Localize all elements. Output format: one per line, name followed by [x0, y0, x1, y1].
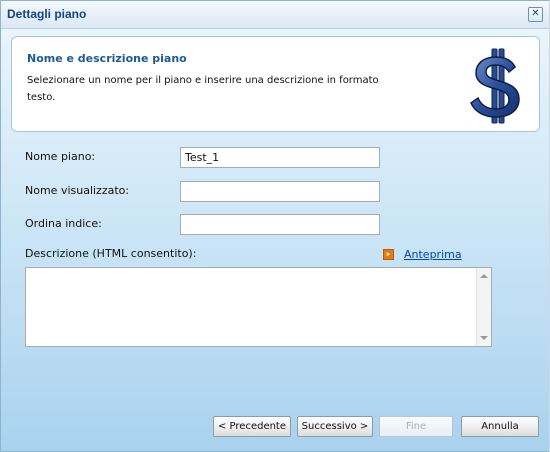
display-name-input[interactable]	[180, 181, 380, 202]
description-scrollbar[interactable]	[476, 268, 491, 346]
section-description: Selezionare un nome per il piano e inser…	[27, 75, 379, 103]
sort-index-input[interactable]	[180, 214, 380, 235]
scroll-up-icon[interactable]	[480, 274, 488, 278]
description-textarea[interactable]	[26, 268, 474, 344]
plan-name-input[interactable]	[180, 147, 380, 168]
dialog-title: Dettagli piano	[7, 7, 87, 21]
title-bar: Dettagli piano ✕	[1, 1, 549, 29]
scroll-down-icon[interactable]	[480, 336, 488, 340]
finish-button[interactable]: Fine	[379, 416, 453, 437]
close-icon: ✕	[531, 8, 540, 19]
description-label: Descrizione (HTML consentito):	[25, 247, 197, 260]
preview-link[interactable]: Anteprima	[404, 248, 462, 261]
sort-index-label: Ordina indice:	[25, 217, 102, 230]
arrow-right-icon: ▸	[383, 248, 394, 260]
preview-control: ▸ Anteprima	[383, 246, 462, 262]
display-name-label: Nome visualizzato:	[25, 184, 130, 197]
header-panel: Nome e descrizione piano Selezionare un …	[11, 36, 540, 132]
cancel-button[interactable]: Annulla	[461, 416, 539, 437]
description-field-wrapper	[25, 267, 492, 347]
close-button[interactable]: ✕	[528, 7, 543, 22]
section-title: Nome e descrizione piano	[27, 52, 187, 65]
plan-details-dialog: Dettagli piano ✕ Nome e descrizione pian…	[0, 0, 550, 452]
previous-button[interactable]: < Precedente	[213, 416, 291, 437]
plan-name-label: Nome piano:	[25, 150, 96, 163]
next-button[interactable]: Successivo >	[297, 416, 373, 437]
dollar-sign-icon	[470, 48, 520, 124]
